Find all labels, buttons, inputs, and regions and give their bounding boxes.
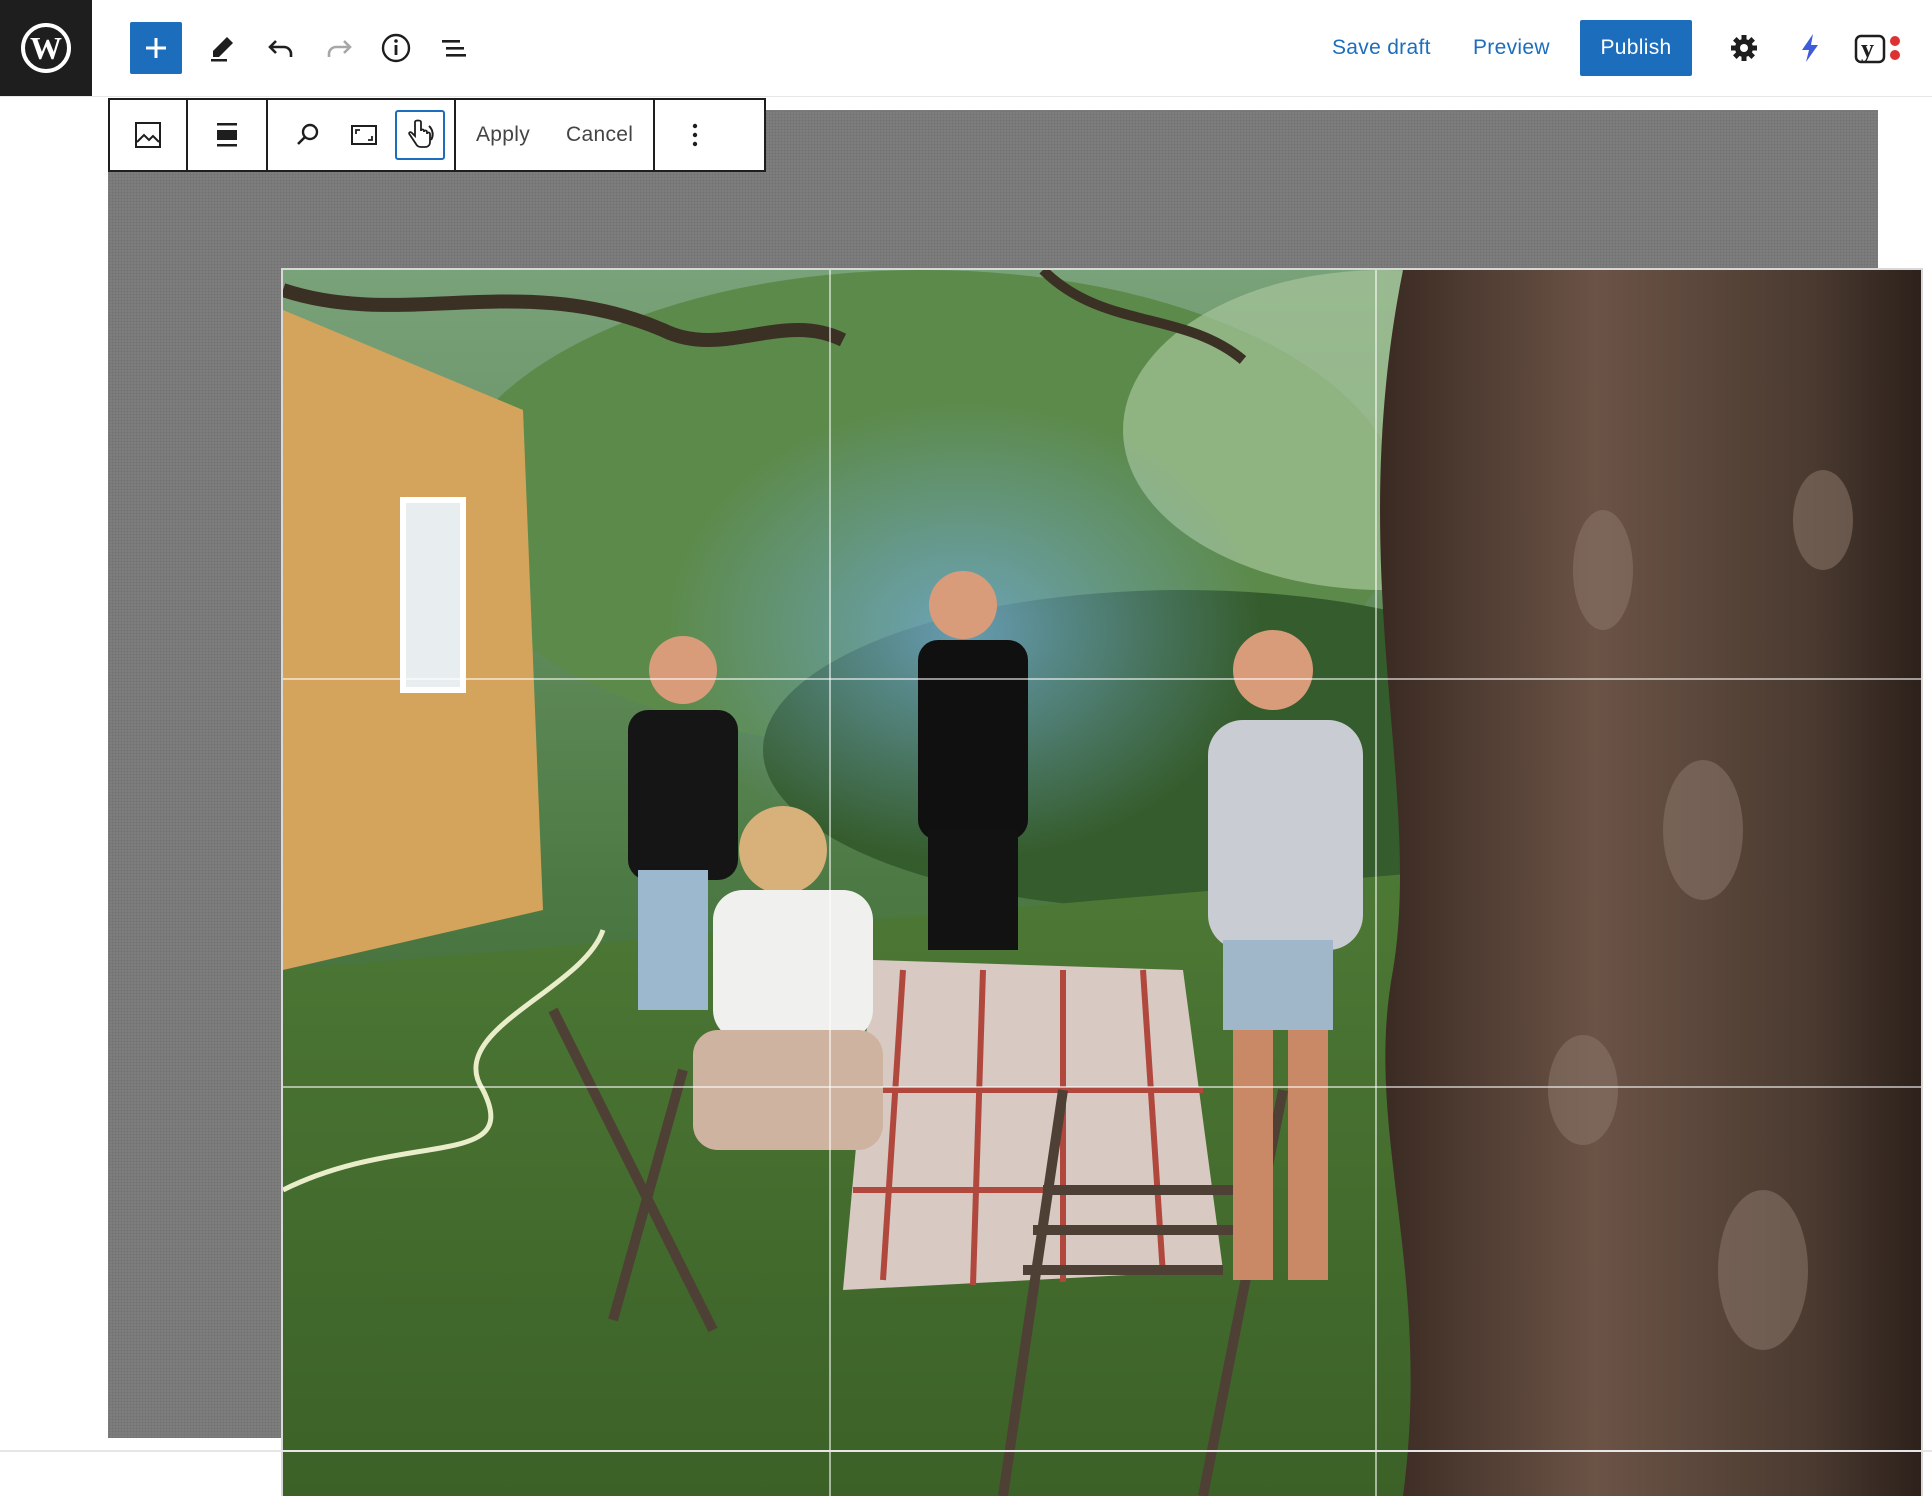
garden-dinner-photo bbox=[283, 270, 1921, 1496]
hand-cursor-icon bbox=[408, 119, 434, 148]
crop-grid-line-horizontal bbox=[283, 678, 1921, 680]
more-options-button[interactable] bbox=[655, 100, 735, 170]
crop-grid-line-horizontal bbox=[283, 1086, 1921, 1088]
image-crop-area bbox=[108, 110, 1923, 1496]
svg-text:y: y bbox=[1861, 34, 1874, 63]
magnifier-icon bbox=[297, 123, 319, 145]
lightning-bolt-icon bbox=[1802, 34, 1818, 62]
info-icon bbox=[381, 33, 411, 63]
image-block-toolbar: Apply Cancel bbox=[108, 98, 766, 172]
undo-icon bbox=[268, 40, 293, 57]
align-button[interactable] bbox=[188, 100, 266, 170]
plus-icon bbox=[146, 38, 166, 58]
toolbar-group-block-type bbox=[110, 100, 188, 170]
redo-icon bbox=[327, 40, 352, 57]
save-draft-button[interactable]: Save draft bbox=[1332, 28, 1431, 68]
cancel-button[interactable]: Cancel bbox=[550, 100, 653, 170]
crop-grid-line-vertical bbox=[829, 270, 831, 1496]
aspect-ratio-icon bbox=[351, 125, 377, 145]
tools-button[interactable] bbox=[196, 22, 248, 74]
editor-header: W Save draft Preview Publish y bbox=[0, 0, 1932, 97]
list-view-icon bbox=[442, 40, 466, 57]
publish-button[interactable]: Publish bbox=[1580, 20, 1692, 76]
align-icon bbox=[217, 123, 237, 147]
redo-button[interactable] bbox=[313, 22, 365, 74]
pencil-icon bbox=[211, 37, 233, 62]
preview-button[interactable]: Preview bbox=[1473, 28, 1550, 68]
wordpress-logo-button[interactable]: W bbox=[0, 0, 92, 96]
apply-button[interactable]: Apply bbox=[456, 100, 550, 170]
add-block-button[interactable] bbox=[130, 22, 182, 74]
details-button[interactable] bbox=[370, 22, 422, 74]
undo-button[interactable] bbox=[255, 22, 307, 74]
toolbar-group-more bbox=[655, 100, 735, 170]
toolbar-group-crop-tools bbox=[268, 100, 456, 170]
settings-button[interactable] bbox=[1718, 22, 1770, 74]
vertical-ellipsis-icon bbox=[693, 123, 698, 147]
image-block-button[interactable] bbox=[110, 100, 186, 170]
list-view-button[interactable] bbox=[428, 22, 480, 74]
yoast-icon: y bbox=[1854, 34, 1900, 64]
cropped-image[interactable] bbox=[281, 268, 1923, 1496]
yoast-button[interactable]: y bbox=[1848, 22, 1908, 74]
crop-grid-line-vertical bbox=[1375, 270, 1377, 1496]
rotate-button[interactable] bbox=[392, 100, 448, 170]
rotate-button-highlight bbox=[395, 110, 445, 160]
wordpress-logo-icon: W bbox=[21, 23, 71, 73]
image-icon bbox=[135, 122, 161, 148]
aspect-ratio-button[interactable] bbox=[336, 100, 392, 170]
gear-icon bbox=[1731, 35, 1757, 61]
toolbar-group-align bbox=[188, 100, 268, 170]
editor-bottom-divider bbox=[0, 1450, 1932, 1452]
jetpack-button[interactable] bbox=[1784, 22, 1836, 74]
zoom-button[interactable] bbox=[280, 100, 336, 170]
toolbar-group-actions: Apply Cancel bbox=[456, 100, 656, 170]
